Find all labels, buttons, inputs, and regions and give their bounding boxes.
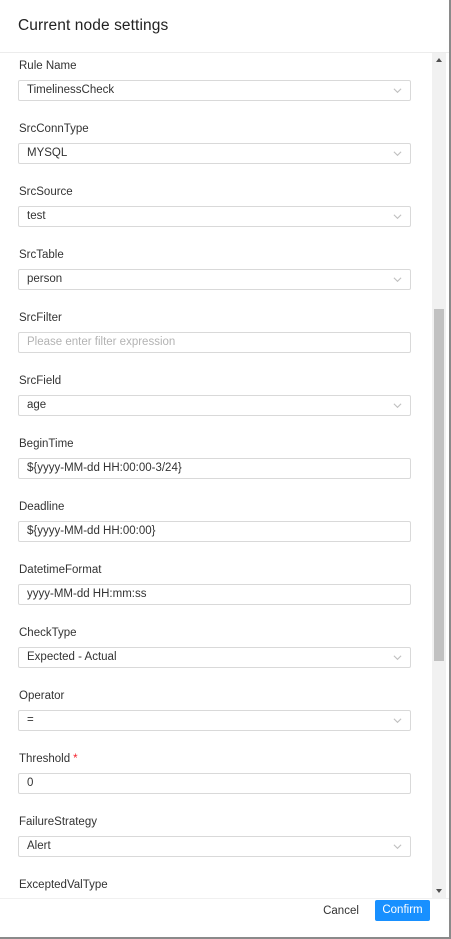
datetime-format-label: DatetimeFormat [19,564,102,576]
rule-name-value: TimelinessCheck [27,84,115,96]
src-source-label: SrcSource [19,186,73,198]
deadline-label: Deadline [19,501,65,513]
field-operator: Operator = [18,689,412,731]
scroll-up-arrow-icon[interactable] [432,53,446,67]
node-settings-drawer: Current node settings Rule Name Timeline… [0,0,451,939]
operator-select[interactable]: = [18,710,411,731]
field-check-type: CheckType Expected - Actual [18,626,412,668]
field-src-filter: SrcFilter Please enter filter expression [18,311,412,353]
operator-label: Operator [19,690,65,702]
chevron-down-icon [393,844,402,850]
chevron-down-icon [393,403,402,409]
src-conn-type-value: MYSQL [27,147,68,159]
scrollbar-thumb[interactable] [434,309,444,661]
threshold-label: Threshold * [19,752,412,766]
field-src-field: SrcField age [18,374,412,416]
chevron-down-icon [393,151,402,157]
scroll-down-arrow-icon[interactable] [432,884,446,898]
confirm-button[interactable]: Confirm [375,900,430,921]
field-datetime-format: DatetimeFormat yyyy-MM-dd HH:mm:ss [18,563,412,605]
deadline-input[interactable]: ${yyyy-MM-dd HH:00:00} [18,521,411,542]
src-source-select[interactable]: test [18,206,411,227]
chevron-down-icon [393,718,402,724]
begin-time-value: ${yyyy-MM-dd HH:00:00-3/24} [27,462,182,474]
threshold-label-text: Threshold [19,753,71,765]
operator-value: = [27,714,34,726]
src-filter-label: SrcFilter [19,312,62,324]
threshold-input[interactable]: 0 [18,773,411,794]
src-conn-type-select[interactable]: MYSQL [18,143,411,164]
src-table-select[interactable]: person [18,269,411,290]
check-type-label: CheckType [19,627,77,639]
field-src-source: SrcSource test [18,185,412,227]
begin-time-label: BeginTime [19,438,74,450]
field-deadline: Deadline ${yyyy-MM-dd HH:00:00} [18,500,412,542]
src-field-value: age [27,399,47,411]
field-begin-time: BeginTime ${yyyy-MM-dd HH:00:00-3/24} [18,437,412,479]
failure-strategy-label: FailureStrategy [19,816,97,828]
cancel-button[interactable]: Cancel [318,901,364,921]
vertical-scrollbar[interactable] [432,53,446,898]
rule-name-label: Rule Name [19,60,77,72]
chevron-down-icon [393,277,402,283]
begin-time-input[interactable]: ${yyyy-MM-dd HH:00:00-3/24} [18,458,411,479]
datetime-format-value: yyyy-MM-dd HH:mm:ss [27,588,147,600]
field-src-conn-type: SrcConnType MYSQL [18,122,412,164]
src-conn-type-label: SrcConnType [19,123,89,135]
failure-strategy-value: Alert [27,840,51,852]
src-field-label: SrcField [19,375,62,387]
field-failure-strategy: FailureStrategy Alert [18,815,412,857]
settings-form: Rule Name TimelinessCheck SrcConnType MY… [0,53,432,898]
src-filter-input[interactable]: Please enter filter expression [18,332,411,353]
src-table-label: SrcTable [19,249,64,261]
chevron-down-icon [393,655,402,661]
field-threshold: Threshold * 0 [18,752,412,794]
chevron-down-icon [393,88,402,94]
src-source-value: test [27,210,46,222]
required-asterisk: * [73,753,78,765]
footer-divider [0,898,449,899]
check-type-select[interactable]: Expected - Actual [18,647,411,668]
datetime-format-input[interactable]: yyyy-MM-dd HH:mm:ss [18,584,411,605]
deadline-value: ${yyyy-MM-dd HH:00:00} [27,525,156,537]
field-rule-name: Rule Name TimelinessCheck [18,59,412,101]
check-type-value: Expected - Actual [27,651,117,663]
failure-strategy-select[interactable]: Alert [18,836,411,857]
drawer-title: Current node settings [18,17,169,34]
src-field-select[interactable]: age [18,395,411,416]
threshold-value: 0 [27,777,34,789]
rule-name-select[interactable]: TimelinessCheck [18,80,411,101]
field-src-table: SrcTable person [18,248,412,290]
src-filter-placeholder: Please enter filter expression [27,336,176,348]
src-table-value: person [27,273,63,285]
field-excepted-val-type: ExceptedValType [19,878,412,892]
excepted-val-type-label: ExceptedValType [19,879,108,891]
chevron-down-icon [393,214,402,220]
